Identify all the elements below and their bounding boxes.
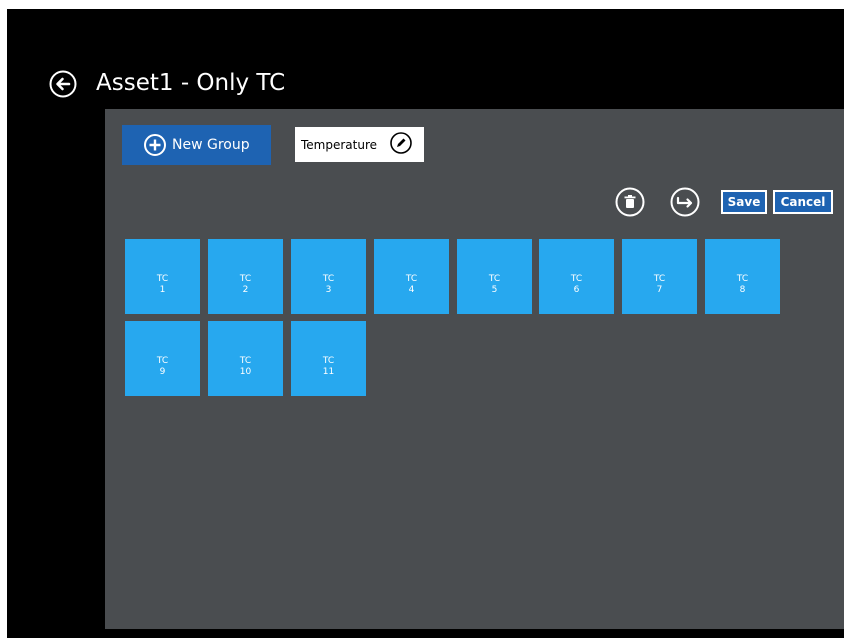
tc-tile[interactable]: TC 9 bbox=[125, 321, 200, 396]
tile-label: TC bbox=[405, 273, 418, 284]
pencil-icon bbox=[390, 132, 412, 154]
plus-icon bbox=[144, 134, 166, 156]
tile-number: 7 bbox=[656, 284, 663, 295]
group-name-value: Temperature bbox=[301, 137, 378, 152]
tile-number: 1 bbox=[159, 284, 166, 295]
tile-label: TC bbox=[653, 273, 666, 284]
tile-label: TC bbox=[156, 273, 169, 284]
tc-tile[interactable]: TC 11 bbox=[291, 321, 366, 396]
tile-number: 6 bbox=[573, 284, 580, 295]
tile-number: 2 bbox=[242, 284, 249, 295]
back-button[interactable] bbox=[49, 70, 77, 98]
tile-number: 11 bbox=[322, 366, 335, 377]
back-arrow-icon bbox=[49, 70, 77, 98]
tc-tile[interactable]: TC 3 bbox=[291, 239, 366, 314]
cancel-button[interactable]: Cancel bbox=[773, 190, 833, 214]
new-group-button[interactable]: New Group bbox=[122, 125, 271, 165]
trash-icon bbox=[615, 187, 645, 217]
tile-label: TC bbox=[322, 273, 335, 284]
new-group-label: New Group bbox=[172, 137, 250, 153]
tile-number: 4 bbox=[408, 284, 415, 295]
tile-label: TC bbox=[570, 273, 583, 284]
move-button[interactable] bbox=[669, 187, 701, 221]
tc-tile[interactable]: TC 7 bbox=[622, 239, 697, 314]
page-title: Asset1 - Only TC bbox=[96, 70, 286, 96]
tc-tile[interactable]: TC 5 bbox=[457, 239, 532, 314]
delete-button[interactable] bbox=[615, 187, 645, 221]
group-name-field[interactable]: Temperature bbox=[295, 127, 424, 162]
tc-tile[interactable]: TC 10 bbox=[208, 321, 283, 396]
tile-number: 8 bbox=[739, 284, 746, 295]
tc-tile[interactable]: TC 2 bbox=[208, 239, 283, 314]
save-button[interactable]: Save bbox=[721, 190, 767, 214]
tile-label: TC bbox=[156, 355, 169, 366]
edit-group-button[interactable] bbox=[390, 132, 412, 157]
tile-label: TC bbox=[239, 355, 252, 366]
tile-number: 9 bbox=[159, 366, 166, 377]
tc-tile[interactable]: TC 1 bbox=[125, 239, 200, 314]
tile-number: 10 bbox=[239, 366, 252, 377]
tile-label: TC bbox=[239, 273, 252, 284]
tile-label: TC bbox=[736, 273, 749, 284]
tc-tile[interactable]: TC 8 bbox=[705, 239, 780, 314]
tc-tile[interactable]: TC 4 bbox=[374, 239, 449, 314]
tile-number: 3 bbox=[325, 284, 332, 295]
tile-number: 5 bbox=[491, 284, 498, 295]
move-arrow-icon bbox=[670, 187, 700, 217]
tc-tile[interactable]: TC 6 bbox=[539, 239, 614, 314]
tile-label: TC bbox=[322, 355, 335, 366]
tile-label: TC bbox=[488, 273, 501, 284]
